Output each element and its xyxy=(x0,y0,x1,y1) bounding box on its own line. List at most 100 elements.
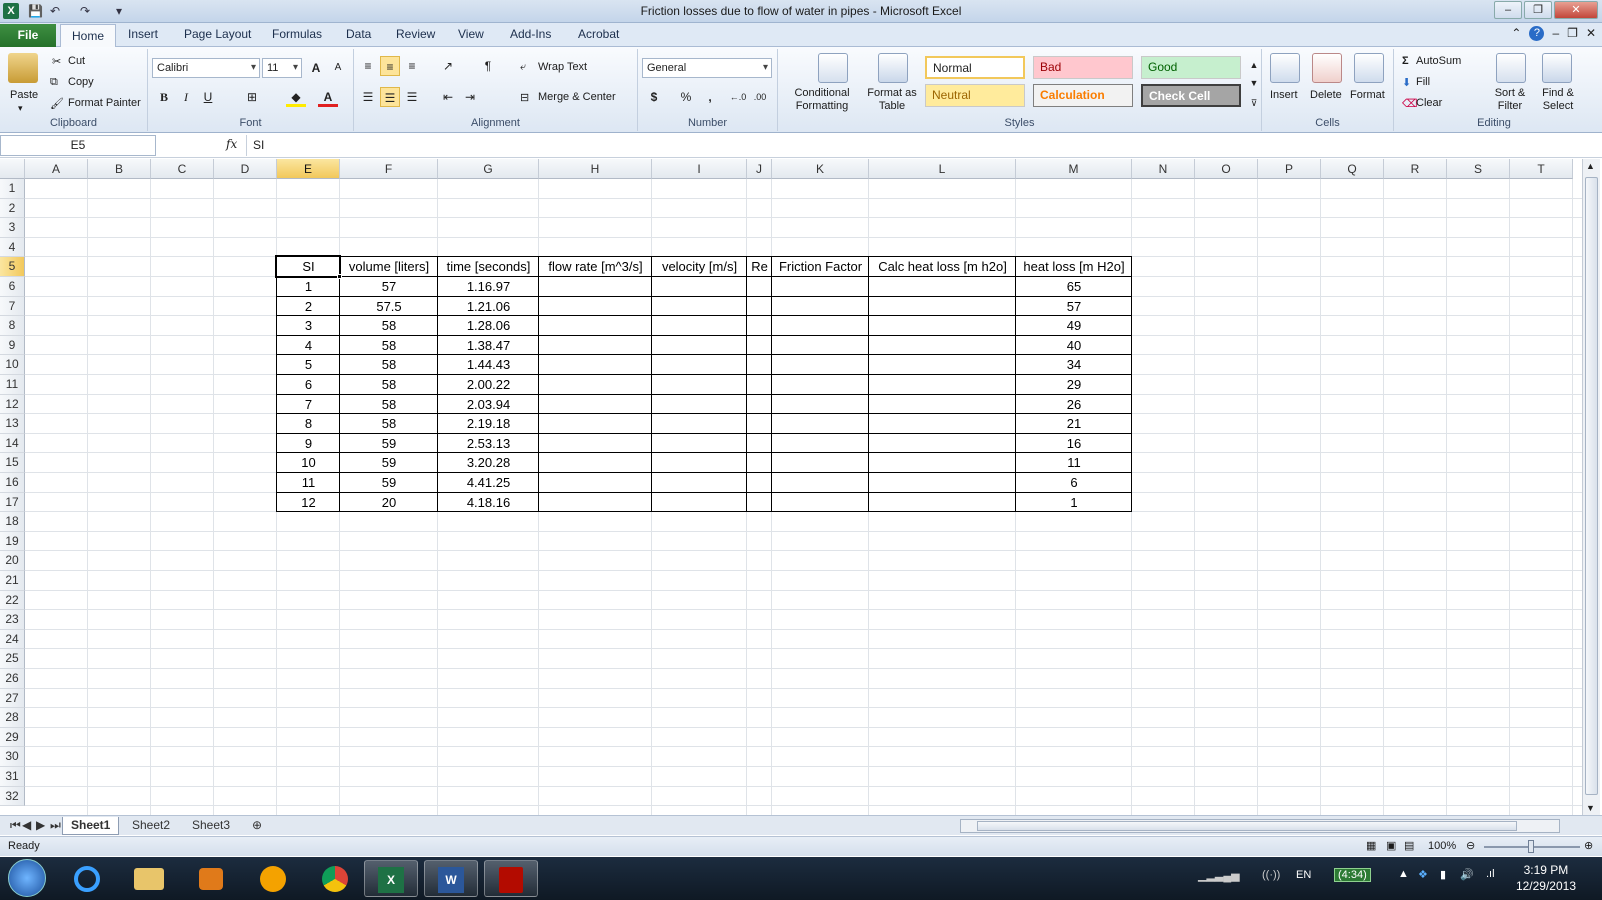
align-bottom-icon[interactable]: ≡ xyxy=(402,56,422,76)
table-cell[interactable] xyxy=(772,493,869,513)
column-header-f[interactable]: F xyxy=(340,159,438,179)
table-cell[interactable] xyxy=(869,336,1016,356)
row-header-23[interactable]: 23 xyxy=(0,610,25,630)
fill-handle[interactable] xyxy=(337,274,342,279)
increase-decimal-button[interactable]: ←.0 xyxy=(728,87,748,107)
table-cell[interactable]: 1.16.97 xyxy=(438,277,539,297)
select-all-corner[interactable] xyxy=(0,159,25,179)
table-header-cell[interactable]: Friction Factor xyxy=(772,257,869,277)
table-cell[interactable]: 1.44.43 xyxy=(438,355,539,375)
sort-filter-icon[interactable] xyxy=(1496,53,1526,83)
column-header-o[interactable]: O xyxy=(1195,159,1258,179)
row-header-24[interactable]: 24 xyxy=(0,629,25,650)
style-check-cell[interactable]: Check Cell xyxy=(1141,84,1241,107)
table-cell[interactable] xyxy=(539,493,652,513)
table-cell[interactable]: 4.18.16 xyxy=(438,493,539,513)
shrink-font-button[interactable]: A xyxy=(328,58,348,78)
table-cell[interactable] xyxy=(772,453,869,473)
table-cell[interactable]: 58 xyxy=(340,375,438,395)
style-good[interactable]: Good xyxy=(1141,56,1241,79)
table-cell[interactable]: 34 xyxy=(1016,355,1132,375)
signal-bars-icon[interactable]: .ıl xyxy=(1486,868,1495,880)
column-header-k[interactable]: K xyxy=(772,159,869,179)
table-cell[interactable]: 6 xyxy=(277,375,340,395)
table-cell[interactable]: 59 xyxy=(340,434,438,454)
table-cell[interactable]: 16 xyxy=(1016,434,1132,454)
column-header-t[interactable]: T xyxy=(1510,159,1573,179)
table-cell[interactable] xyxy=(747,473,772,493)
align-top-icon[interactable]: ≡ xyxy=(358,56,378,76)
row-header-12[interactable]: 12 xyxy=(0,394,25,415)
restore-button[interactable]: ❐ xyxy=(1524,1,1552,19)
fill-button[interactable]: Fill xyxy=(1416,76,1430,88)
acrobat-taskbar-icon[interactable] xyxy=(484,860,538,897)
row-header-27[interactable]: 27 xyxy=(0,688,25,709)
close-button[interactable]: ✕ xyxy=(1554,1,1598,19)
tab-file[interactable]: File xyxy=(0,24,56,47)
table-cell[interactable]: 1.21.06 xyxy=(438,297,539,317)
table-cell[interactable]: 49 xyxy=(1016,316,1132,336)
tab-review[interactable]: Review xyxy=(396,27,435,41)
table-cell[interactable]: 10 xyxy=(277,453,340,473)
row-header-1[interactable]: 1 xyxy=(0,179,25,199)
table-cell[interactable] xyxy=(772,277,869,297)
workbook-minimize-icon[interactable]: – xyxy=(1552,26,1559,41)
tab-acrobat[interactable]: Acrobat xyxy=(578,27,619,41)
table-header-cell[interactable]: velocity [m/s] xyxy=(652,257,747,277)
underline-button[interactable]: U xyxy=(198,87,218,107)
style-neutral[interactable]: Neutral xyxy=(925,84,1025,107)
zoom-in-icon[interactable]: ⊕ xyxy=(1584,839,1593,852)
style-calculation[interactable]: Calculation xyxy=(1033,84,1133,107)
column-header-e[interactable]: E xyxy=(277,159,340,179)
table-cell[interactable] xyxy=(869,277,1016,297)
system-clock[interactable]: 3:19 PM 12/29/2013 xyxy=(1516,862,1576,894)
language-indicator[interactable]: EN xyxy=(1296,869,1311,881)
table-cell[interactable]: 58 xyxy=(340,316,438,336)
table-header-cell[interactable]: Re xyxy=(747,257,772,277)
table-cell[interactable] xyxy=(539,277,652,297)
page-layout-view-icon[interactable]: ▣ xyxy=(1386,839,1396,852)
battery-icon[interactable]: ▮ xyxy=(1440,868,1446,881)
worksheet-grid[interactable]: ABCDEFGHIJKLMNOPQRST 1 2 3 4 5 6 7 8 9 10 11 12 13 14… xyxy=(0,159,1582,815)
decrease-decimal-button[interactable]: .00 xyxy=(750,87,770,107)
paste-dropdown-icon[interactable]: ▾ xyxy=(18,103,23,114)
increase-indent-icon[interactable]: ⇥ xyxy=(460,87,480,107)
row-header-19[interactable]: 19 xyxy=(0,531,25,552)
delete-cells-button[interactable]: Delete xyxy=(1310,89,1342,101)
autosum-button[interactable]: AutoSum xyxy=(1416,55,1461,67)
format-painter-button[interactable]: Format Painter xyxy=(68,97,141,109)
table-cell[interactable] xyxy=(869,493,1016,513)
delete-cells-icon[interactable] xyxy=(1312,53,1342,83)
table-cell[interactable] xyxy=(869,355,1016,375)
styles-more-icon[interactable]: ⊽ xyxy=(1244,93,1264,113)
table-cell[interactable] xyxy=(539,355,652,375)
format-cells-button[interactable]: Format xyxy=(1350,89,1385,101)
table-cell[interactable] xyxy=(772,355,869,375)
table-cell[interactable] xyxy=(652,297,747,317)
table-cell[interactable] xyxy=(747,414,772,434)
table-cell[interactable] xyxy=(539,434,652,454)
copy-button[interactable]: Copy xyxy=(68,76,94,88)
table-cell[interactable] xyxy=(652,434,747,454)
dropbox-icon[interactable]: ❖ xyxy=(1418,868,1428,881)
scroll-up-icon[interactable]: ▲ xyxy=(1586,161,1595,171)
table-cell[interactable] xyxy=(539,316,652,336)
table-cell[interactable]: 2.53.13 xyxy=(438,434,539,454)
grow-font-button[interactable]: A xyxy=(306,58,326,78)
help-icon[interactable]: ? xyxy=(1529,26,1545,41)
table-cell[interactable]: 7 xyxy=(277,395,340,415)
media-player-icon[interactable] xyxy=(184,860,238,897)
table-cell[interactable]: 58 xyxy=(340,395,438,415)
table-cell[interactable] xyxy=(869,453,1016,473)
outlook-icon[interactable] xyxy=(246,860,300,897)
column-header-a[interactable]: A xyxy=(25,159,88,179)
currency-button[interactable]: $ xyxy=(644,87,664,107)
row-header-4[interactable]: 4 xyxy=(0,237,25,258)
table-cell[interactable] xyxy=(539,375,652,395)
number-format-combo[interactable]: General xyxy=(642,58,772,78)
row-header-10[interactable]: 10 xyxy=(0,355,25,375)
row-header-17[interactable]: 17 xyxy=(0,492,25,513)
table-cell[interactable] xyxy=(652,375,747,395)
table-cell[interactable]: 4 xyxy=(277,336,340,356)
h-scroll-thumb[interactable] xyxy=(977,821,1517,831)
